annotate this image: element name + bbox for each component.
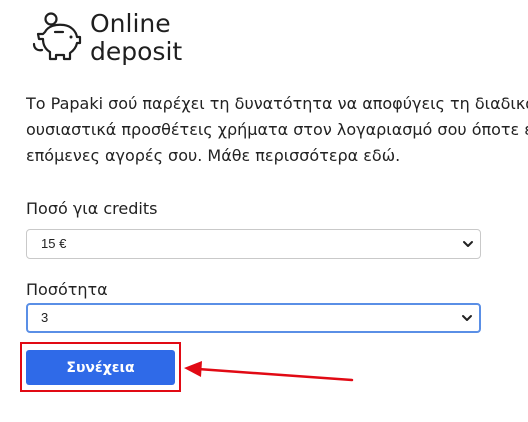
- quantity-select[interactable]: 3: [26, 303, 481, 333]
- amount-selected-value: 15 €: [41, 236, 67, 251]
- description-line-1: Το Papaki σού παρέχει τη δυνατότητα να α…: [26, 94, 528, 113]
- piggy-bank-icon: [32, 12, 82, 61]
- description-line-3: επόμενες αγορές σου. Μάθε περισσότερα εδ…: [26, 146, 401, 165]
- amount-label: Ποσό για credits: [26, 199, 158, 218]
- page-title: Online deposit: [90, 10, 182, 66]
- description-text: Το Papaki σού παρέχει τη δυνατότητα να α…: [26, 91, 528, 169]
- deposit-header: Online deposit: [30, 10, 182, 66]
- chevron-down-icon: [462, 315, 472, 321]
- title-line-1: Online: [90, 9, 171, 38]
- chevron-down-icon: [463, 241, 473, 247]
- quantity-selected-value: 3: [41, 310, 49, 325]
- amount-select[interactable]: 15 €: [26, 229, 481, 259]
- continue-button[interactable]: Συνέχεια: [26, 350, 175, 385]
- description-line-2: ουσιαστικά προσθέτεις χρήματα στον λογαρ…: [26, 120, 528, 139]
- title-line-2: deposit: [90, 37, 183, 66]
- quantity-label: Ποσότητα: [26, 280, 108, 299]
